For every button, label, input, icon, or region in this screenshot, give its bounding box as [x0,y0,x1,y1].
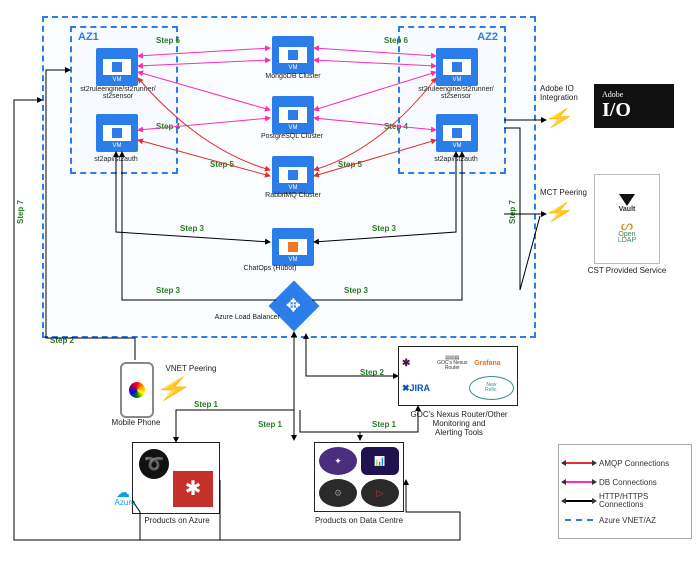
cst-service-box: Vault ᔕ Open LDAP [594,174,660,264]
legend-vnet-label: Azure VNET/AZ [599,516,656,525]
mongo-vm: VM [272,36,314,74]
step-label-7-left: Step 7 [16,200,25,224]
step-label-3-right: Step 3 [372,224,396,233]
lb-caption: Azure Load Balancer [200,314,280,321]
az1-bottom-caption: st2api/st2auth [86,156,146,163]
lightning-icon: ⚡ [155,376,193,402]
openldap-icon: ᔕ Open LDAP [618,219,636,244]
step-label-6-right: Step 6 [384,36,408,45]
adobe-brand: Adobe [602,90,666,99]
step-label-7-right: Step 7 [508,200,517,224]
az1-vm-top: VM [96,48,138,86]
step-label-1-b: Step 1 [258,420,282,429]
step-label-5-right: Step 5 [338,160,362,169]
diagram-canvas: AZ1 AZ2 VM st2ruleengine/st2runner/ st2s… [0,0,700,566]
step-label-2-a: Step 2 [50,336,74,345]
az2-top-caption: st2ruleengine/st2runner/ st2sensor [410,86,502,100]
chatops-caption: ChatOps (Hubot) [230,265,310,272]
rabbit-vm: VM [272,156,314,194]
legend-db: DB Connections [565,475,685,489]
goc-tools-box: ✱ ▤▤▤GOC's Nexus Router Grafana ✖JIRA Ne… [398,346,518,406]
legend-amqp-label: AMQP Connections [599,459,669,468]
step-label-6-left: Step 6 [156,36,180,45]
legend-db-label: DB Connections [599,478,657,487]
az2-bottom-caption: st2api/st2auth [426,156,486,163]
products-on-azure-box: ➰ ✱ [132,442,220,514]
legend-vnet: Azure VNET/AZ [565,513,685,527]
mct-caption: MCT Peering [540,188,600,197]
adobe-io-text: I/O [602,99,666,122]
product-icon-1: ➰ [139,449,169,479]
vm-label: VM [453,77,462,83]
rabbit-caption: RabbitMQ Cluster [248,192,338,199]
product-icon-2: ✱ [173,471,213,507]
legend-http: HTTP/HTTPS Connections [565,494,685,508]
newrelic-label: New Relic. [469,376,514,400]
dc-icon-3: ⚙ [319,479,357,507]
legend-amqp: AMQP Connections [565,456,685,470]
vm-label: VM [113,77,122,83]
vault-label: Vault [619,206,636,213]
vm-label: VM [289,125,298,131]
step-label-3-left: Step 3 [180,224,204,233]
vnet-peering-label: VNET Peering [158,364,224,373]
vm-label: VM [289,257,298,263]
products-azure-caption: Products on Azure [134,516,220,525]
dc-icon-1: ✦ [319,447,357,475]
mobile-caption: Mobile Phone [106,418,166,427]
az2-title: AZ2 [477,31,498,43]
lightning-icon: ⚡ [544,202,575,223]
adobe-io-caption: Adobe IO Integration [540,84,600,102]
grafana-label: Grafana [474,360,514,367]
azure-cloud-label: Azure [108,498,142,507]
openldap-label: Open LDAP [618,232,636,245]
adobe-io-box: Adobe I/O [594,84,674,128]
az1-title: AZ1 [78,31,99,43]
step-label-1-c: Step 1 [372,420,396,429]
mongo-caption: MongoDB Cluster [248,73,338,80]
products-dc-caption: Products on Data Centre [304,516,414,525]
vm-label: VM [289,65,298,71]
step-label-4-right: Step 4 [384,122,408,131]
goc-nexus-label: ▤▤▤GOC's Nexus Router [432,356,472,371]
step-label-1-a: Step 1 [194,400,218,409]
step-label-3-lb-right: Step 3 [344,286,368,295]
mobile-phone-icon [120,362,154,418]
jira-label: ✖JIRA [402,383,467,394]
slack-icon: ✱ [402,358,430,369]
az2-vm-bottom: VM [436,114,478,152]
arrows-icon: ✥ [286,296,301,317]
step-label-3-lb-left: Step 3 [156,286,180,295]
products-on-dc-box: ✦ 📊 ⚙ ▷ [314,442,404,512]
dc-icon-4: ▷ [361,479,399,507]
legend-http-label: HTTP/HTTPS Connections [599,493,648,509]
step-label-2-b: Step 2 [360,368,384,377]
postgres-vm: VM [272,96,314,134]
step-label-4-left: Step 4 [156,122,180,131]
cst-caption: CST Provided Service [584,266,670,275]
legend: AMQP Connections DB Connections HTTP/HTT… [558,444,692,539]
dc-icon-2: 📊 [361,447,399,475]
vm-label: VM [289,185,298,191]
vm-label: VM [453,143,462,149]
az1-top-caption: st2ruleengine/st2runner/ st2sensor [74,86,162,100]
vm-label: VM [113,143,122,149]
az2-vm-top: VM [436,48,478,86]
step-label-5-left: Step 5 [210,160,234,169]
chatops-vm: VM [272,228,314,266]
az1-vm-bottom: VM [96,114,138,152]
app-grid-icon [129,382,145,398]
lightning-icon: ⚡ [544,108,575,129]
vault-icon: Vault [619,194,636,213]
postgres-caption: PostgreSQL Cluster [244,133,340,140]
goc-caption: GOC's Nexus Router/Other Monitoring and … [394,410,524,437]
